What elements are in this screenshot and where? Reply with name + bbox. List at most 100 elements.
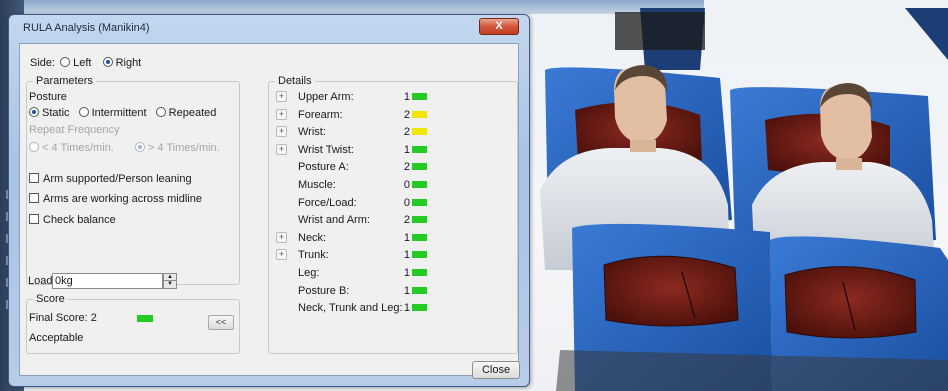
expand-plus-icon[interactable]: + [276, 91, 287, 102]
details-score-indicator [412, 93, 427, 100]
spin-up-icon[interactable]: ▲ [164, 274, 176, 281]
score-legend: Score [33, 293, 68, 305]
repeat-less-radio[interactable]: < 4 Times/min. [29, 142, 114, 154]
expand-plus-icon[interactable]: + [276, 249, 287, 261]
radio-circle [155, 107, 166, 117]
details-value: 1 [403, 267, 410, 279]
radio-circle [78, 107, 89, 117]
checkbox-box [29, 214, 39, 224]
repeat-more-label: > 4 Times/min. [147, 142, 220, 154]
arms-midline-label: Arms are working across midline [43, 193, 202, 205]
title-bar[interactable]: RULA Analysis (Manikin4) X [9, 15, 529, 43]
details-row: Muscle: 0 [269, 175, 524, 193]
expand-plus-icon[interactable]: + [276, 143, 287, 155]
posture-options: Static Intermittent Repeated [29, 107, 216, 119]
checkbox-box [29, 193, 39, 203]
details-row[interactable]: + Wrist Twist: 1 [269, 140, 524, 158]
details-label: Wrist and Arm: [298, 214, 370, 227]
posture-intermittent-label: Intermittent [91, 107, 147, 119]
posture-repeated-radio[interactable]: Repeated [155, 107, 217, 119]
close-button[interactable]: Close [472, 361, 520, 379]
window-title: RULA Analysis (Manikin4) [23, 22, 150, 34]
expand-plus-icon[interactable]: + [276, 126, 287, 138]
details-value: 2 [403, 108, 410, 121]
side-label: Side: [30, 57, 56, 69]
check-balance-checkbox[interactable]: Check balance [29, 214, 116, 226]
details-legend: Details [275, 75, 315, 87]
repeat-frequency-label: Repeat Frequency [29, 124, 120, 136]
radio-circle [102, 57, 113, 67]
details-label: Neck: [298, 231, 327, 244]
details-value: 1 [403, 284, 410, 297]
score-verdict: Acceptable [29, 332, 84, 344]
details-row[interactable]: + Upper Arm: 1 [269, 87, 524, 105]
details-value: 1 [403, 231, 410, 244]
details-row: Posture A: 2 [269, 157, 524, 175]
posture-intermittent-radio[interactable]: Intermittent [78, 107, 147, 119]
details-row: Wrist and Arm: 2 [269, 210, 524, 228]
arms-midline-checkbox[interactable]: Arms are working across midline [29, 193, 202, 205]
collapse-details-button[interactable]: << [208, 315, 234, 330]
spin-down-icon[interactable]: ▼ [164, 281, 176, 288]
details-score-indicator [412, 110, 427, 118]
details-value: 2 [403, 161, 410, 174]
details-value: 1 [403, 302, 410, 315]
parameters-legend: Parameters [33, 75, 96, 87]
side-row: Side: Left Right [30, 57, 141, 69]
load-spinner[interactable]: ▲ ▼ [163, 273, 177, 289]
details-row[interactable]: + Neck: 1 [269, 228, 524, 246]
details-score-indicator [412, 251, 427, 259]
details-score-indicator [412, 128, 427, 136]
details-value: 0 [403, 196, 410, 209]
side-right-radio[interactable]: Right [102, 57, 142, 69]
details-value: 1 [403, 91, 410, 103]
final-score-label: Final Score: 2 [29, 312, 97, 324]
details-label: Upper Arm: [298, 91, 354, 103]
details-score-indicator [412, 163, 427, 171]
details-score-indicator [412, 304, 427, 312]
side-left-label: Left [73, 57, 92, 69]
repeat-more-radio[interactable]: > 4 Times/min. [134, 142, 220, 154]
expand-plus-icon[interactable]: + [276, 231, 287, 243]
details-label: Posture B: [298, 284, 350, 297]
posture-static-radio[interactable]: Static [29, 107, 70, 119]
details-value: 2 [403, 214, 410, 227]
details-label: Trunk: [298, 249, 329, 262]
details-label: Neck, Trunk and Leg: [298, 302, 403, 315]
expand-plus-icon[interactable]: + [276, 108, 287, 120]
side-right-label: Right [115, 57, 142, 69]
details-row[interactable]: + Wrist: 2 [269, 122, 524, 140]
details-row: Force/Load: 0 [269, 193, 524, 211]
radio-circle [29, 142, 39, 152]
details-group: Details + Upper Arm: 1 + Forearm: 2 + Wrist: 2 + W… [268, 75, 518, 354]
details-label: Posture A: [298, 161, 349, 174]
details-score-indicator [412, 216, 427, 224]
side-left-radio[interactable]: Left [60, 57, 92, 69]
window-close-button[interactable]: X [479, 18, 519, 35]
radio-circle [29, 107, 39, 117]
posture-repeated-label: Repeated [168, 107, 217, 119]
details-row[interactable]: + Trunk: 1 [269, 245, 524, 263]
details-row[interactable]: + Forearm: 2 [269, 105, 524, 123]
details-score-indicator [412, 286, 427, 294]
radio-circle [60, 57, 71, 67]
arm-supported-label: Arm supported/Person leaning [43, 173, 192, 185]
details-label: Muscle: [298, 179, 336, 191]
posture-static-label: Static [42, 107, 70, 119]
arm-supported-checkbox[interactable]: Arm supported/Person leaning [29, 173, 192, 185]
dialog-client-area: Side: Left Right Parameters Posture Stat… [19, 43, 520, 379]
details-score-indicator [412, 181, 427, 188]
details-row: Posture B: 1 [269, 281, 524, 299]
details-value: 2 [403, 126, 410, 139]
load-input[interactable]: 0kg [52, 273, 163, 289]
parameters-group: Parameters Posture Static Intermittent R… [26, 75, 240, 285]
repeat-frequency-options: < 4 Times/min. > 4 Times/min. [29, 142, 220, 154]
details-value: 1 [403, 143, 410, 156]
details-label: Forearm: [298, 108, 343, 121]
details-row: Leg: 1 [269, 263, 524, 281]
details-score-indicator [412, 198, 427, 206]
final-score-indicator [137, 315, 153, 322]
details-value: 1 [403, 249, 410, 262]
check-balance-label: Check balance [43, 214, 116, 226]
details-label: Force/Load: [298, 196, 357, 209]
